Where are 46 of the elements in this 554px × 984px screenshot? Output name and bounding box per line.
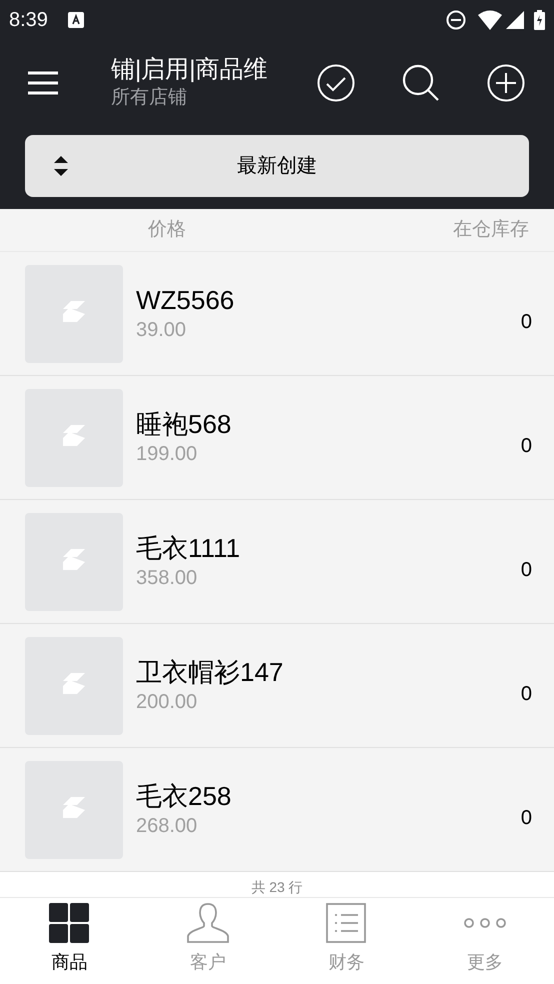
product-price: 268.00 [136, 814, 198, 838]
toolbar-title: 铺|启用|商品维 [111, 55, 268, 85]
person-icon [186, 903, 229, 943]
product-name: WZ5566 [136, 284, 236, 316]
stock-count: 0 [520, 310, 532, 334]
stock-count: 0 [520, 558, 532, 582]
search-icon [402, 64, 440, 102]
add-button[interactable] [487, 64, 525, 102]
add-icon [487, 64, 525, 102]
menu-icon [28, 71, 58, 95]
menu-button[interactable] [28, 70, 58, 96]
product-row[interactable]: 卫衣帽衫147 200.00 0 [0, 624, 554, 748]
signal-icon [506, 11, 524, 29]
product-price: 199.00 [136, 442, 198, 466]
battery-icon [534, 10, 545, 30]
stock-count: 0 [520, 682, 532, 706]
product-name: 睡袍568 [136, 408, 232, 440]
product-name: 卫衣帽衫147 [136, 656, 284, 688]
product-row[interactable]: 睡袍568 199.00 0 [0, 376, 554, 500]
toolbar-subtitle: 所有店铺 [111, 86, 188, 110]
status-time: 8:39 [9, 8, 48, 33]
do-not-disturb-icon [446, 10, 466, 30]
product-price: 200.00 [136, 690, 198, 714]
list-icon [326, 903, 366, 943]
stock-count: 0 [520, 434, 532, 458]
wifi-icon [478, 10, 502, 30]
nav-tab[interactable]: 商品 [0, 898, 138, 984]
sort-button[interactable]: 最新创建 [25, 135, 529, 197]
product-row[interactable]: WZ5566 39.00 0 [0, 252, 554, 376]
product-row[interactable]: 毛衣258 268.00 0 [0, 748, 554, 872]
product-name: 毛衣1111 [136, 532, 242, 564]
check-button[interactable] [317, 64, 355, 102]
product-price: 358.00 [136, 566, 198, 590]
product-row[interactable]: 毛衣1111 358.00 0 [0, 500, 554, 624]
more-icon [464, 917, 506, 929]
stock-count: 0 [520, 806, 532, 830]
check-icon [317, 64, 355, 102]
row-count: 共 23 行 [251, 878, 303, 897]
product-name: 毛衣258 [136, 780, 232, 812]
product-price: 39.00 [136, 318, 188, 342]
grid-icon [49, 903, 90, 943]
search-button[interactable] [402, 64, 440, 102]
column-header: 在仓库存 [453, 218, 529, 242]
column-header: 价格 [148, 218, 186, 242]
keyboard-icon [68, 12, 84, 28]
sort-icon [54, 156, 68, 176]
